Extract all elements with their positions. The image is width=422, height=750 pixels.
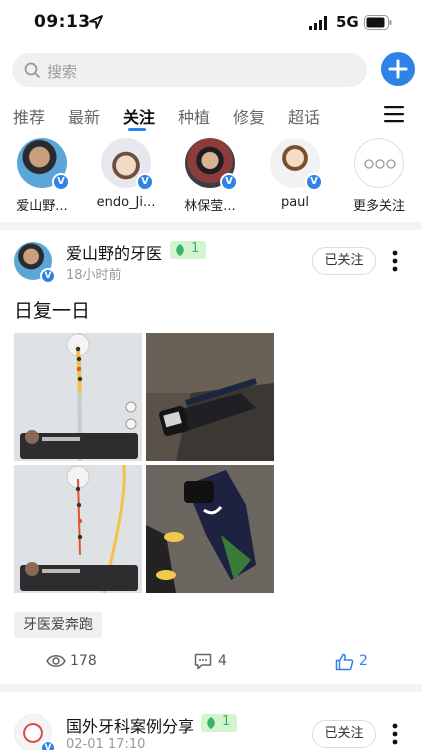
followed-user[interactable]: V endo_Ji...	[86, 138, 166, 210]
verified-icon: V	[136, 173, 154, 191]
search-placeholder: 搜索	[47, 63, 78, 81]
avatar: V	[185, 138, 238, 191]
post-time: 02-01 17:10	[66, 737, 146, 750]
post-author-avatar[interactable]: V	[14, 242, 56, 284]
followed-user-name: paul	[280, 195, 310, 210]
more-follows-label: 更多关注	[352, 199, 405, 214]
post-author-avatar[interactable]: V	[14, 714, 56, 750]
likes-count: 2	[359, 653, 368, 669]
tab-super-topic[interactable]: 超话	[288, 104, 320, 128]
more-follows-button[interactable]: 更多关注	[339, 138, 419, 214]
followed-user[interactable]: V 林保莹...	[170, 138, 250, 214]
post-time: 18小时前	[66, 268, 122, 283]
thumbs-up-icon	[335, 653, 354, 671]
section-divider	[0, 222, 422, 230]
verified-icon: V	[305, 173, 323, 191]
post-author-name[interactable]: 爱山野的牙医	[66, 240, 162, 264]
tab-implant[interactable]: 种植	[178, 104, 210, 128]
avatar: V	[270, 138, 323, 191]
tab-recommend[interactable]: 推荐	[13, 104, 45, 128]
level-number: 1	[222, 714, 231, 729]
verified-icon: V	[52, 173, 70, 191]
search-icon	[24, 62, 40, 78]
tab-restoration[interactable]: 修复	[233, 104, 265, 128]
level-badge: 1	[170, 241, 206, 259]
views-stat: 178	[46, 652, 106, 672]
level-number: 1	[191, 241, 200, 256]
followed-button[interactable]: 已关注	[312, 247, 376, 275]
section-divider	[0, 684, 422, 692]
level-badge: 1	[201, 714, 237, 732]
location-arrow-icon	[89, 15, 103, 29]
add-post-button[interactable]	[381, 52, 415, 86]
more-vertical-icon[interactable]	[392, 250, 398, 272]
menu-icon[interactable]	[384, 105, 404, 123]
post-text: 日复一日	[14, 300, 91, 322]
status-time: 09:13	[34, 12, 91, 32]
post-topic-tag[interactable]: 牙医爱奔跑	[14, 612, 102, 638]
post-author-name[interactable]: 国外牙科案例分享	[66, 713, 194, 737]
post-image-watch-night[interactable]	[146, 333, 274, 461]
active-tab-indicator	[128, 128, 146, 131]
category-tabs: 推荐 最新 关注 种植 修复 超话	[0, 100, 422, 132]
battery-icon	[364, 15, 392, 30]
followed-user-name: endo_Ji...	[96, 195, 156, 210]
post-image-run-map[interactable]	[14, 333, 142, 461]
verified-icon: V	[40, 740, 56, 750]
tab-latest[interactable]: 最新	[68, 104, 100, 128]
post-image-grid	[14, 333, 274, 593]
comment-icon	[194, 653, 212, 670]
comments-button[interactable]: 4	[194, 652, 244, 672]
plus-icon	[388, 59, 408, 79]
followed-users-strip: V 爱山野... V endo_Ji... V 林保莹... V paul 更多…	[0, 138, 422, 218]
followed-user-name: 爱山野...	[16, 199, 68, 214]
more-icon	[354, 138, 404, 188]
network-type: 5G	[336, 13, 359, 31]
leaf-icon	[207, 717, 215, 729]
followed-user[interactable]: V paul	[255, 138, 335, 210]
like-button[interactable]: 2	[335, 652, 385, 672]
status-bar: 09:13 5G	[0, 0, 422, 46]
views-count: 178	[70, 653, 97, 669]
more-vertical-icon[interactable]	[392, 723, 398, 745]
verified-icon: V	[40, 268, 56, 284]
followed-user-name: 林保莹...	[184, 199, 236, 214]
followed-button[interactable]: 已关注	[312, 720, 376, 748]
followed-user[interactable]: V 爱山野...	[2, 138, 82, 214]
post-image-glove-shoes[interactable]	[146, 465, 274, 593]
verified-icon: V	[220, 173, 238, 191]
eye-icon	[46, 655, 66, 667]
post-image-run-map-2[interactable]	[14, 465, 142, 593]
avatar: V	[17, 138, 70, 191]
leaf-icon	[176, 244, 184, 256]
search-bar[interactable]: 搜索	[12, 53, 367, 87]
avatar: V	[101, 138, 154, 191]
tab-following[interactable]: 关注	[123, 104, 155, 128]
signal-icon	[309, 16, 327, 30]
comments-count: 4	[218, 653, 227, 669]
